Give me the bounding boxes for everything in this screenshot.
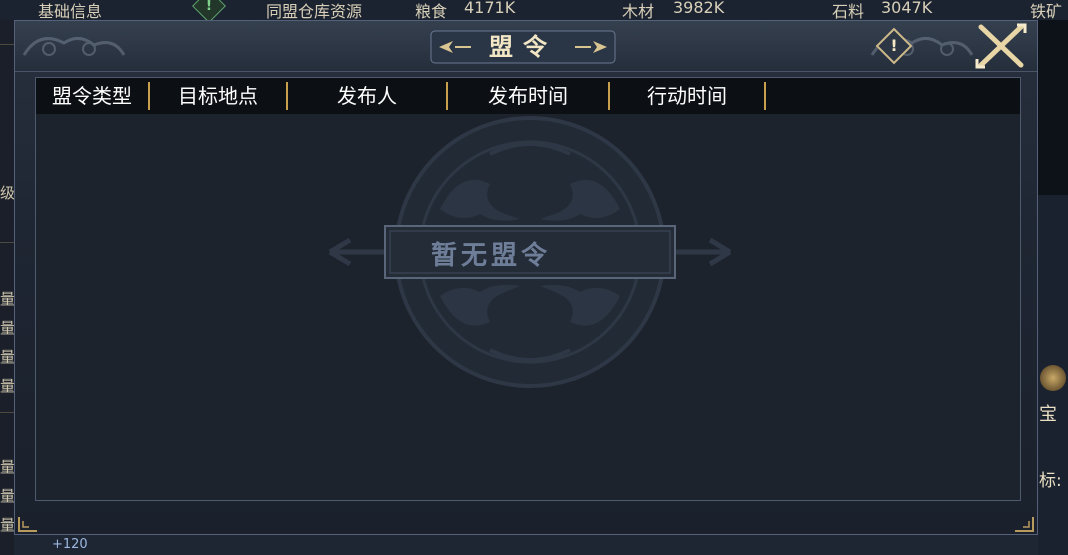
- corner-ornament-icon: [18, 517, 37, 532]
- alliance-order-dialog: 盟令 ! 盟令类型 目标地点 发布人 发布时间 行动时间 暂无盟令: [14, 20, 1038, 535]
- column-publish-time: 发布时间: [488, 84, 568, 108]
- column-order-type: 盟令类型: [52, 84, 132, 108]
- background-top-bar: 基础信息 ! 同盟仓库资源 粮食 4171K 木材 3982K 石料 3047K…: [0, 0, 1068, 23]
- background-bottom-bar: +120: [14, 535, 1038, 555]
- background-left-panel: 级 量 量 量 量 量 量 量: [0, 20, 16, 555]
- treasure-label: 宝: [1039, 404, 1057, 425]
- treasure-icon: [1040, 365, 1066, 391]
- close-icon: [975, 23, 1027, 69]
- iron-label: 铁矿: [1030, 2, 1063, 21]
- left-glyph: 量: [0, 487, 16, 505]
- coordinate-label: 标:: [1039, 471, 1062, 491]
- cloud-ornament-icon: [22, 37, 126, 56]
- close-button[interactable]: [973, 21, 1029, 71]
- info-button[interactable]: !: [875, 27, 913, 65]
- order-table: 盟令类型 目标地点 发布人 发布时间 行动时间 暂无盟令: [35, 77, 1021, 501]
- left-glyph: 量: [0, 377, 16, 395]
- left-glyph: 级: [0, 184, 16, 202]
- column-action-time: 行动时间: [647, 84, 727, 108]
- corner-ornament-icon: [1015, 517, 1034, 532]
- column-publisher: 发布人: [337, 84, 397, 108]
- food-value: 4171K: [464, 0, 516, 17]
- background-right-panel: 宝 标:: [1038, 20, 1068, 555]
- left-glyph: 量: [0, 319, 16, 337]
- empty-state-text: 暂无盟令: [430, 241, 551, 271]
- stone-value: 3047K: [881, 0, 933, 17]
- wood-value: 3982K: [673, 0, 725, 17]
- food-label: 粮食: [415, 2, 448, 21]
- divider: [0, 242, 14, 243]
- left-glyph: 量: [0, 516, 16, 534]
- dialog-title: 盟令: [489, 32, 557, 61]
- wood-label: 木材: [622, 2, 655, 21]
- dialog-header: 盟令 !: [15, 21, 1037, 72]
- basic-info-label: 基础信息: [38, 2, 103, 21]
- left-glyph: 量: [0, 348, 16, 366]
- column-target-location: 目标地点: [178, 84, 258, 108]
- divider: [0, 44, 14, 45]
- divider: [0, 412, 14, 413]
- left-glyph: 量: [0, 290, 16, 308]
- scene-thumbnail: [1038, 20, 1068, 195]
- info-icon: !: [890, 36, 898, 55]
- bottom-value: +120: [52, 537, 88, 552]
- table-header: 盟令类型 目标地点 发布人 发布时间 行动时间: [36, 78, 1020, 114]
- column-divider: [764, 82, 766, 110]
- left-glyph: 量: [0, 458, 16, 476]
- title-plate: 盟令: [391, 27, 655, 67]
- stone-label: 石料: [832, 2, 865, 21]
- warehouse-label: 同盟仓库资源: [266, 2, 363, 21]
